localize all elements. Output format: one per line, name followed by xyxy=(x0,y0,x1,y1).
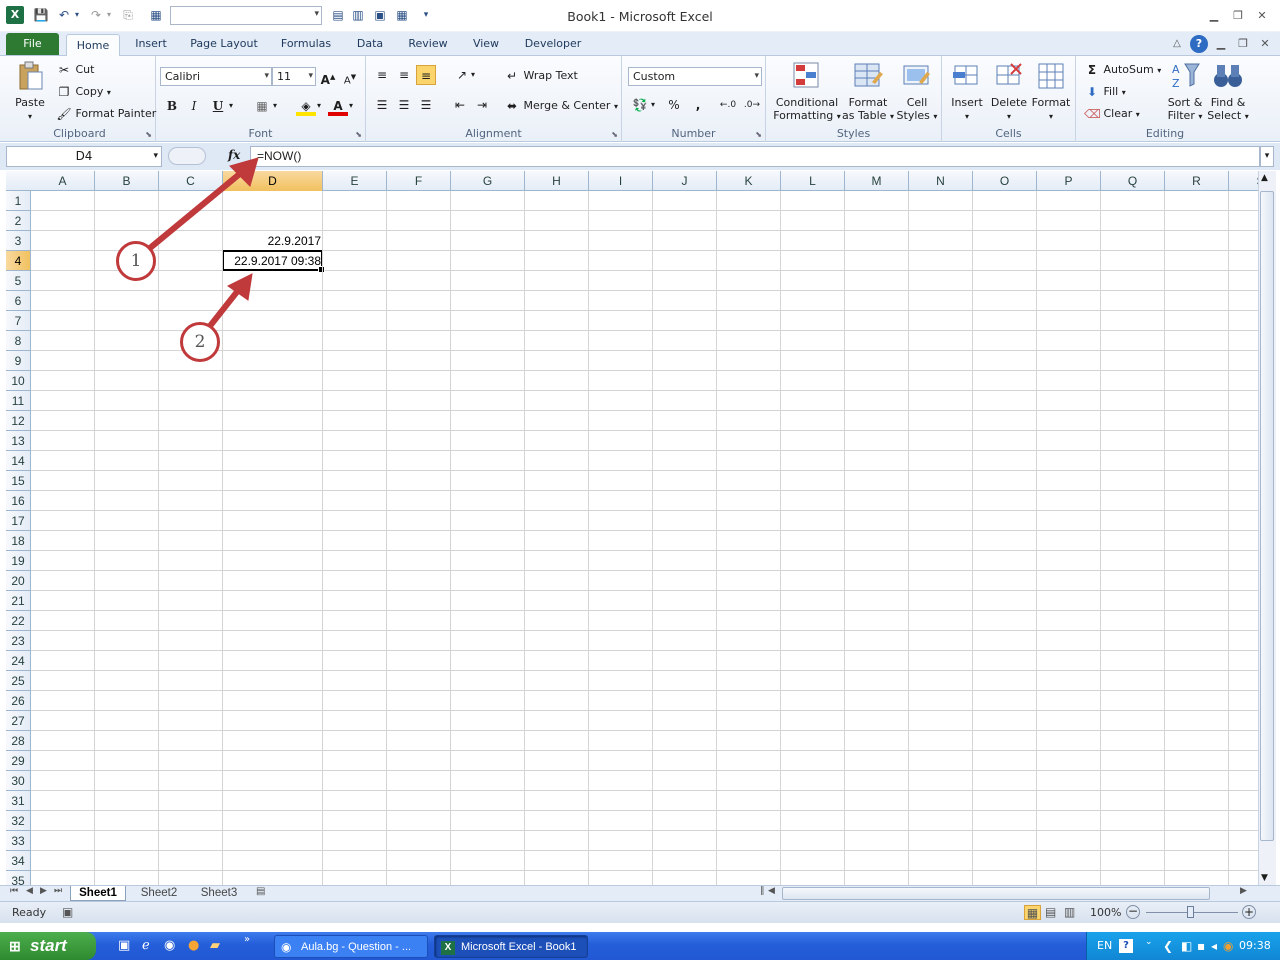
volume-icon[interactable]: ◂ xyxy=(1211,932,1217,960)
tray-app-icon[interactable]: ◧ xyxy=(1181,932,1192,960)
language-bar-options-icon[interactable]: ⌄ xyxy=(1145,928,1153,956)
tray-expand-icon[interactable]: ❮ xyxy=(1163,932,1173,960)
taskbar-item-browser-label: Aula.bg - Question - ... xyxy=(301,941,412,953)
taskbar-item-excel-label: Microsoft Excel - Book1 xyxy=(461,941,577,953)
windows-logo-icon: ⊞ xyxy=(9,938,21,954)
clock[interactable]: 09:38 xyxy=(1239,932,1271,960)
language-indicator[interactable]: EN xyxy=(1097,932,1112,960)
annotation-marker-1: 1 xyxy=(116,241,156,281)
chrome-tray-icon[interactable]: ◉ xyxy=(1223,932,1233,960)
chrome-icon[interactable]: ◉ xyxy=(164,938,175,953)
taskbar: ⊞ start ▣ ℯ ◉ ● ▰ » ◉ Aula.bg - Question… xyxy=(0,932,1280,960)
quicklaunch-app-icon[interactable]: ▣ xyxy=(118,938,130,953)
arrow-2 xyxy=(207,273,253,329)
start-label: start xyxy=(30,936,67,955)
ie-icon[interactable]: ℯ xyxy=(142,938,150,953)
start-button[interactable]: ⊞ start xyxy=(0,932,96,960)
help-tray-icon[interactable]: ? xyxy=(1119,939,1133,953)
chrome-task-icon: ◉ xyxy=(281,940,292,954)
annotation-marker-2: 2 xyxy=(180,322,220,362)
folder-icon[interactable]: ▰ xyxy=(210,938,220,953)
system-tray: EN ? ⌄ ❮ ◧ ▪ ◂ ◉ 09:38 xyxy=(1086,932,1280,960)
network-icon[interactable]: ▪ xyxy=(1197,932,1205,960)
excel-task-icon: X xyxy=(441,941,455,955)
firefox-icon[interactable]: ● xyxy=(188,938,199,953)
taskbar-item-browser[interactable]: ◉ Aula.bg - Question - ... xyxy=(274,935,428,958)
quicklaunch-more-icon[interactable]: » xyxy=(244,934,250,945)
taskbar-item-excel[interactable]: X Microsoft Excel - Book1 xyxy=(434,935,588,958)
arrow-1 xyxy=(147,157,259,251)
annotation-arrows xyxy=(147,157,259,329)
